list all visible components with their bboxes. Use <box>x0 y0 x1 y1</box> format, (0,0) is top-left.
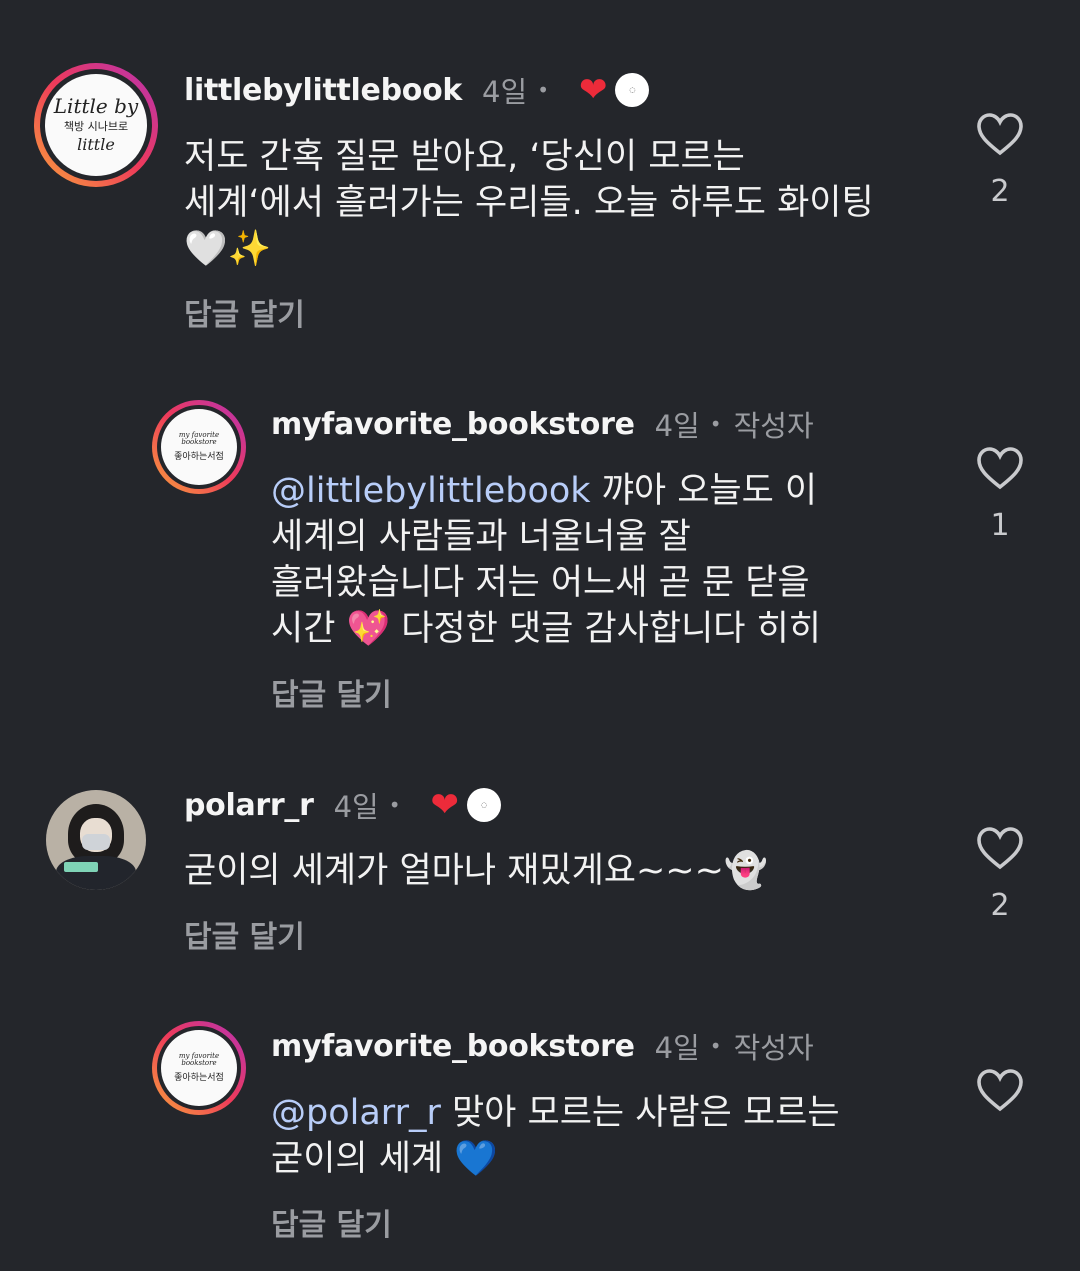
comment-time: 4일 <box>654 1031 700 1065</box>
author-label: 작성자 <box>733 1031 814 1065</box>
comment-username[interactable]: polarr_r <box>184 788 314 823</box>
heart-outline-icon <box>977 113 1023 156</box>
separator-dot: • <box>709 1034 722 1058</box>
bookstore-logo-image: my favorite bookstore 좋아하는서점 <box>161 1030 237 1106</box>
comment-time: 4일 <box>333 790 379 824</box>
avatar[interactable] <box>46 790 146 890</box>
comment-username[interactable]: myfavorite_bookstore <box>271 1029 635 1064</box>
mention-link[interactable]: @littlebylittlebook <box>271 471 591 511</box>
like-button[interactable]: 1 <box>970 446 1030 543</box>
heart-filled-icon: ❤ <box>430 785 460 825</box>
separator-dot: • <box>537 78 549 102</box>
like-count: 1 <box>990 508 1010 543</box>
profile-photo <box>46 790 146 890</box>
heart-outline-icon <box>977 1069 1023 1112</box>
separator-dot: • <box>709 412 722 436</box>
avatar[interactable]: Little by 책방 시나브로 little <box>34 63 158 187</box>
author-avatar-badge: ◌ <box>467 788 502 822</box>
author-avatar-badge: ◌ <box>615 73 650 107</box>
bookstore-logo-image: Little by 책방 시나브로 little <box>45 74 147 176</box>
reply-button[interactable]: 답글 달기 <box>271 670 392 714</box>
reply-button[interactable]: 답글 달기 <box>184 290 305 334</box>
comment-username[interactable]: myfavorite_bookstore <box>271 407 635 442</box>
comment-time: 4일 <box>482 75 528 109</box>
like-button[interactable]: 2 <box>970 826 1030 923</box>
heart-outline-icon <box>977 827 1023 870</box>
heart-outline-icon <box>977 447 1023 490</box>
like-button[interactable]: 2 <box>970 112 1030 209</box>
comment-text: @polarr_r 맞아 모르는 사람은 모르는 굳이의 세계 💙 <box>271 1093 840 1179</box>
author-label: 작성자 <box>733 409 814 443</box>
comment-text: 저도 간혹 질문 받아요, ‘당신이 모르는 세계‘에서 흘러가는 우리들. 오… <box>184 137 874 269</box>
comment-time: 4일 <box>654 409 700 443</box>
bookstore-logo-image: my favorite bookstore 좋아하는서점 <box>161 409 237 485</box>
reply-button[interactable]: 답글 달기 <box>184 912 305 956</box>
heart-filled-icon: ❤ <box>578 70 608 110</box>
reply-button[interactable]: 답글 달기 <box>271 1200 392 1244</box>
avatar[interactable]: my favorite bookstore 좋아하는서점 <box>152 1021 246 1115</box>
like-count: 2 <box>990 888 1010 923</box>
separator-dot: • <box>388 793 401 817</box>
avatar[interactable]: my favorite bookstore 좋아하는서점 <box>152 400 246 494</box>
comment-text: 굳이의 세계가 얼마나 재밌게요~~~👻 <box>184 851 768 891</box>
like-button[interactable] <box>970 1068 1030 1130</box>
comment-text: @littlebylittlebook 꺄아 오늘도 이 세계의 사람들과 너울… <box>271 471 822 649</box>
mention-link[interactable]: @polarr_r <box>271 1093 441 1133</box>
comment-username[interactable]: littlebylittlebook <box>184 73 462 108</box>
like-count: 2 <box>990 174 1010 209</box>
